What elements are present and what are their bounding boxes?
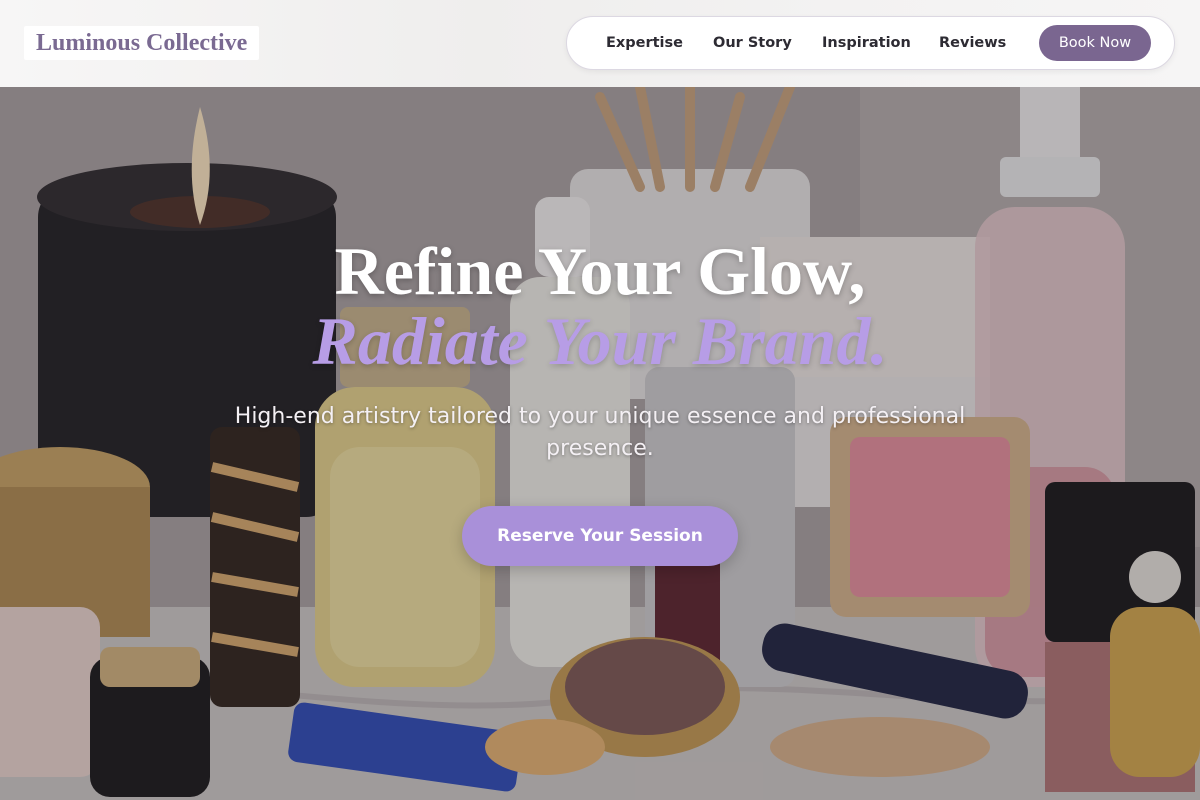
nav-link-our-story[interactable]: Our Story (713, 17, 792, 69)
nav-link-reviews[interactable]: Reviews (939, 17, 1006, 69)
reserve-session-button[interactable]: Reserve Your Session (462, 506, 738, 566)
hero-subtitle: High-end artistry tailored to your uniqu… (234, 404, 966, 461)
site-header: Luminous Collective Expertise Our Story … (0, 0, 1200, 87)
hero-section: Refine Your Glow, Radiate Your Brand. Hi… (0, 87, 1200, 800)
brand-logo[interactable]: Luminous Collective (24, 26, 260, 60)
nav-link-expertise[interactable]: Expertise (606, 17, 683, 69)
book-now-button[interactable]: Book Now (1039, 25, 1151, 61)
nav-link-inspiration[interactable]: Inspiration (822, 17, 911, 69)
hero-accent-title: Radiate Your Brand. (312, 303, 888, 379)
hero-title: Refine Your Glow, (334, 233, 866, 309)
main-nav: Expertise Our Story Inspiration Reviews … (566, 16, 1175, 70)
